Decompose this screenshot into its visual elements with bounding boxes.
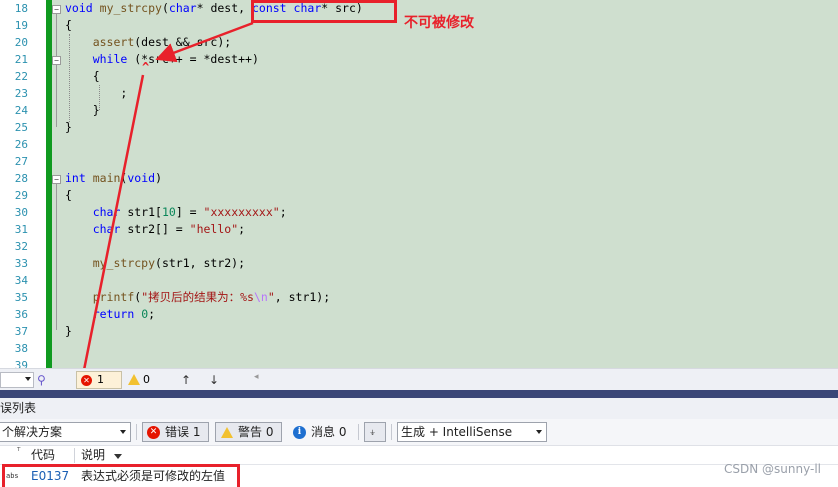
build-source-combo[interactable]: 生成 + IntelliSense: [397, 422, 547, 442]
warnings-filter-label: 警告 0: [238, 425, 274, 439]
error-list-toolbar: 个解决方案 ✕ 错误 1 警告 0 i 消息 0 ⍖ 生成 + IntelliS…: [0, 419, 838, 446]
intellicode-icon[interactable]: ⚲: [37, 372, 46, 388]
warning-count-chip[interactable]: 0: [126, 371, 166, 389]
toolbar-separator: [391, 424, 392, 440]
warning-count: 0: [143, 373, 150, 386]
chevron-down-icon: [536, 430, 542, 434]
errors-filter-label: 错误 1: [165, 425, 201, 439]
scope-combo[interactable]: 个解决方案: [0, 422, 131, 442]
error-count: 1: [97, 373, 104, 386]
toolbar-separator: [136, 424, 137, 440]
filter-icon: ⍖: [369, 425, 377, 439]
scroll-left-icon[interactable]: ◂: [254, 372, 259, 382]
messages-filter-button[interactable]: i 消息 0: [288, 422, 355, 442]
panel-divider[interactable]: [0, 390, 838, 398]
info-icon: i: [293, 426, 306, 439]
watermark: CSDN @sunny-ll: [724, 462, 821, 476]
column-description[interactable]: 说明: [81, 446, 105, 465]
column-code[interactable]: 代码: [31, 446, 55, 465]
error-row-highlight-box: [2, 464, 240, 487]
arrow-to-src: [155, 21, 254, 63]
errors-filter-button[interactable]: ✕ 错误 1: [142, 422, 209, 442]
error-icon: ✕: [81, 375, 92, 386]
filter-toggle-button[interactable]: ⍖: [364, 422, 386, 442]
horizontal-scrollbar[interactable]: ◂: [254, 372, 838, 386]
chevron-down-icon: [25, 377, 31, 381]
build-source-value: 生成 + IntelliSense: [401, 425, 513, 439]
error-count-chip[interactable]: ✕ 1: [76, 371, 122, 389]
warning-icon: [128, 374, 140, 385]
zoom-dropdown[interactable]: [0, 372, 34, 388]
previous-issue-button[interactable]: ↑: [181, 372, 191, 388]
column-separator[interactable]: [74, 448, 75, 463]
scope-combo-value: 个解决方案: [2, 425, 63, 439]
sort-icon[interactable]: ᵀ: [17, 443, 20, 462]
warnings-filter-button[interactable]: 警告 0: [215, 422, 282, 442]
error-icon: ✕: [147, 426, 160, 439]
messages-filter-label: 消息 0: [311, 425, 347, 439]
toolbar-separator: [358, 424, 359, 440]
editor-status-strip: ⚲ ✕ 1 0 ↑ ↓ ◂: [0, 368, 838, 390]
chevron-down-icon[interactable]: [114, 454, 122, 459]
chevron-down-icon: [120, 430, 126, 434]
next-issue-button[interactable]: ↓: [209, 372, 219, 388]
column-header: ᵀ 代码 说明: [0, 446, 838, 465]
error-list-title: 误列表: [0, 398, 838, 419]
warning-icon: [221, 427, 233, 438]
